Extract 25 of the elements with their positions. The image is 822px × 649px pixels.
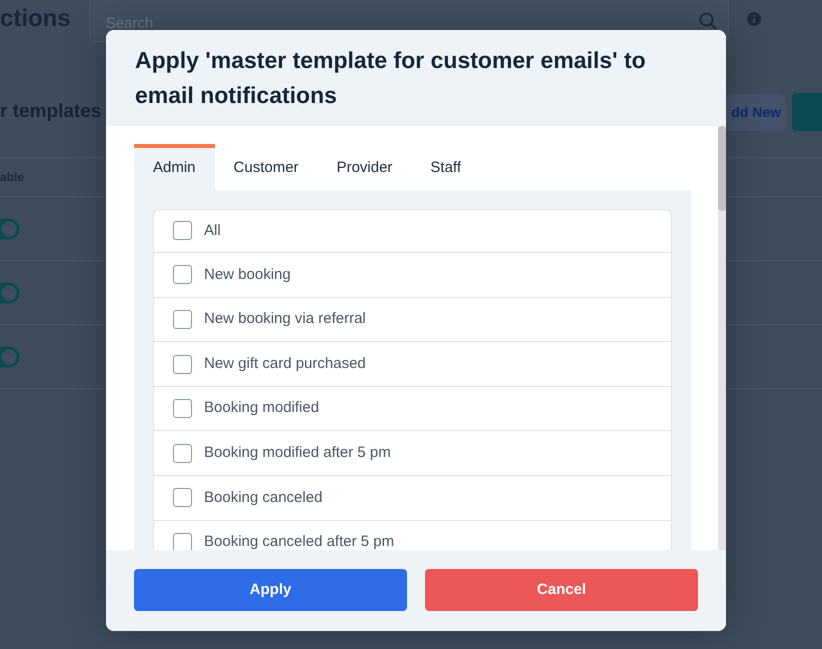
dialog-title: Apply 'master template for customer emails' to email notifications <box>135 46 647 110</box>
tab[interactable]: Provider <box>318 144 412 190</box>
tab[interactable]: Admin <box>134 144 215 190</box>
apply-button[interactable]: Apply <box>134 569 407 611</box>
checkbox[interactable] <box>173 221 192 240</box>
info-icon[interactable] <box>746 12 761 26</box>
tab[interactable]: Staff <box>411 144 480 190</box>
checkbox-label: Booking modified after 5 pm <box>204 443 391 464</box>
checkbox[interactable] <box>173 310 192 329</box>
checkbox-label: New gift card purchased <box>204 354 366 374</box>
checkbox-label: Booking modified <box>204 398 320 418</box>
search-icon[interactable] <box>698 12 717 30</box>
checkbox-label: Booking canceled after 5 pm <box>204 532 394 550</box>
checkbox[interactable] <box>173 444 192 463</box>
checkbox[interactable] <box>173 399 192 418</box>
checkbox[interactable] <box>173 354 192 374</box>
checkbox-label: New booking via referral <box>204 309 366 330</box>
checkbox[interactable] <box>173 265 192 284</box>
checkbox-label: All <box>204 220 221 241</box>
checkbox-label: New booking <box>204 264 291 285</box>
checkbox[interactable] <box>173 488 192 508</box>
scrollbar[interactable] <box>718 126 726 550</box>
tab[interactable]: Customer <box>214 144 318 190</box>
checkbox-label: Booking canceled <box>204 488 322 508</box>
checkbox[interactable] <box>173 532 192 550</box>
